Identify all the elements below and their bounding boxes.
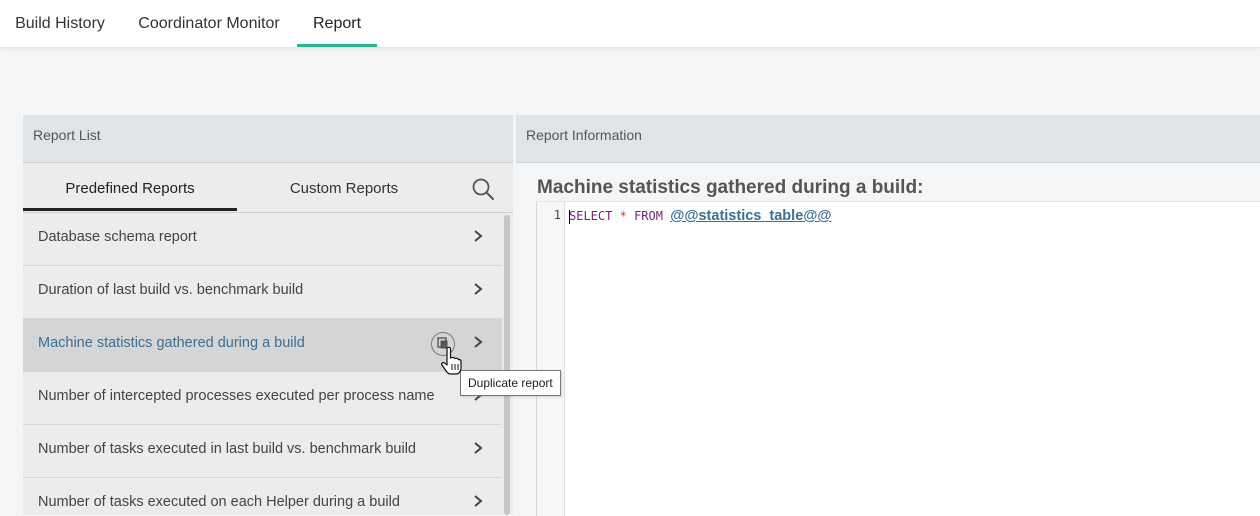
report-name: Number of intercepted processes executed… [38, 388, 435, 404]
duplicate-report-tooltip: Duplicate report [460, 370, 561, 396]
tab-coordinator-monitor[interactable]: Coordinator Monitor [136, 0, 282, 47]
chevron-right-icon [474, 230, 483, 242]
sql-keyword-select: SELECT [569, 209, 613, 223]
report-title: Machine statistics gathered during a bui… [537, 177, 924, 198]
report-list-panel: Report List Predefined Reports Custom Re… [23, 115, 513, 515]
chevron-right-icon [474, 442, 483, 454]
report-name: Database schema report [38, 229, 197, 245]
search-icon[interactable] [471, 177, 495, 201]
chevron-right-icon [474, 336, 483, 348]
list-scrollbar[interactable] [504, 215, 510, 515]
sql-code-line[interactable]: SELECT * FROM @@statistics_table@@ [569, 208, 832, 224]
report-name: Number of tasks executed on each Helper … [38, 494, 400, 510]
top-navigation: Build History Coordinator Monitor Report [0, 0, 1260, 48]
list-item[interactable]: Number of tasks executed on each Helper … [23, 478, 502, 515]
list-item[interactable]: Number of tasks executed in last build v… [23, 425, 502, 478]
active-tab-indicator [297, 44, 377, 47]
report-list-header: Report List [23, 115, 513, 163]
tab-custom-reports[interactable]: Custom Reports [237, 164, 451, 211]
report-information-panel: Report Information Machine statistics ga… [516, 115, 1260, 516]
editor-gutter: 1 [537, 202, 565, 516]
hand-pointer-cursor-icon [441, 346, 462, 375]
sql-operator-star: * [619, 209, 627, 223]
chevron-right-icon [474, 283, 483, 295]
list-item[interactable]: Duration of last build vs. benchmark bui… [23, 266, 502, 319]
sql-editor[interactable]: 1 SELECT * FROM @@statistics_table@@ [536, 201, 1260, 516]
sql-keyword-from: FROM [634, 209, 663, 223]
report-name: Duration of last build vs. benchmark bui… [38, 282, 304, 298]
report-type-tabs: Predefined Reports Custom Reports [23, 164, 513, 213]
list-item-selected[interactable]: Machine statistics gathered during a bui… [23, 319, 502, 372]
report-information-header: Report Information [516, 115, 1260, 163]
report-name: Number of tasks executed in last build v… [38, 441, 416, 457]
report-list: Database schema report Duration of last … [23, 213, 502, 515]
statistics-table-variable[interactable]: @@statistics_table@@ [670, 208, 831, 224]
chevron-right-icon [474, 495, 483, 507]
tab-build-history[interactable]: Build History [14, 0, 106, 47]
tab-report[interactable]: Report [297, 0, 377, 47]
tab-predefined-reports[interactable]: Predefined Reports [23, 164, 237, 211]
report-name: Machine statistics gathered during a bui… [38, 335, 305, 351]
line-number: 1 [553, 208, 561, 222]
list-item[interactable]: Database schema report [23, 213, 502, 266]
list-item[interactable]: Number of intercepted processes executed… [23, 372, 502, 425]
